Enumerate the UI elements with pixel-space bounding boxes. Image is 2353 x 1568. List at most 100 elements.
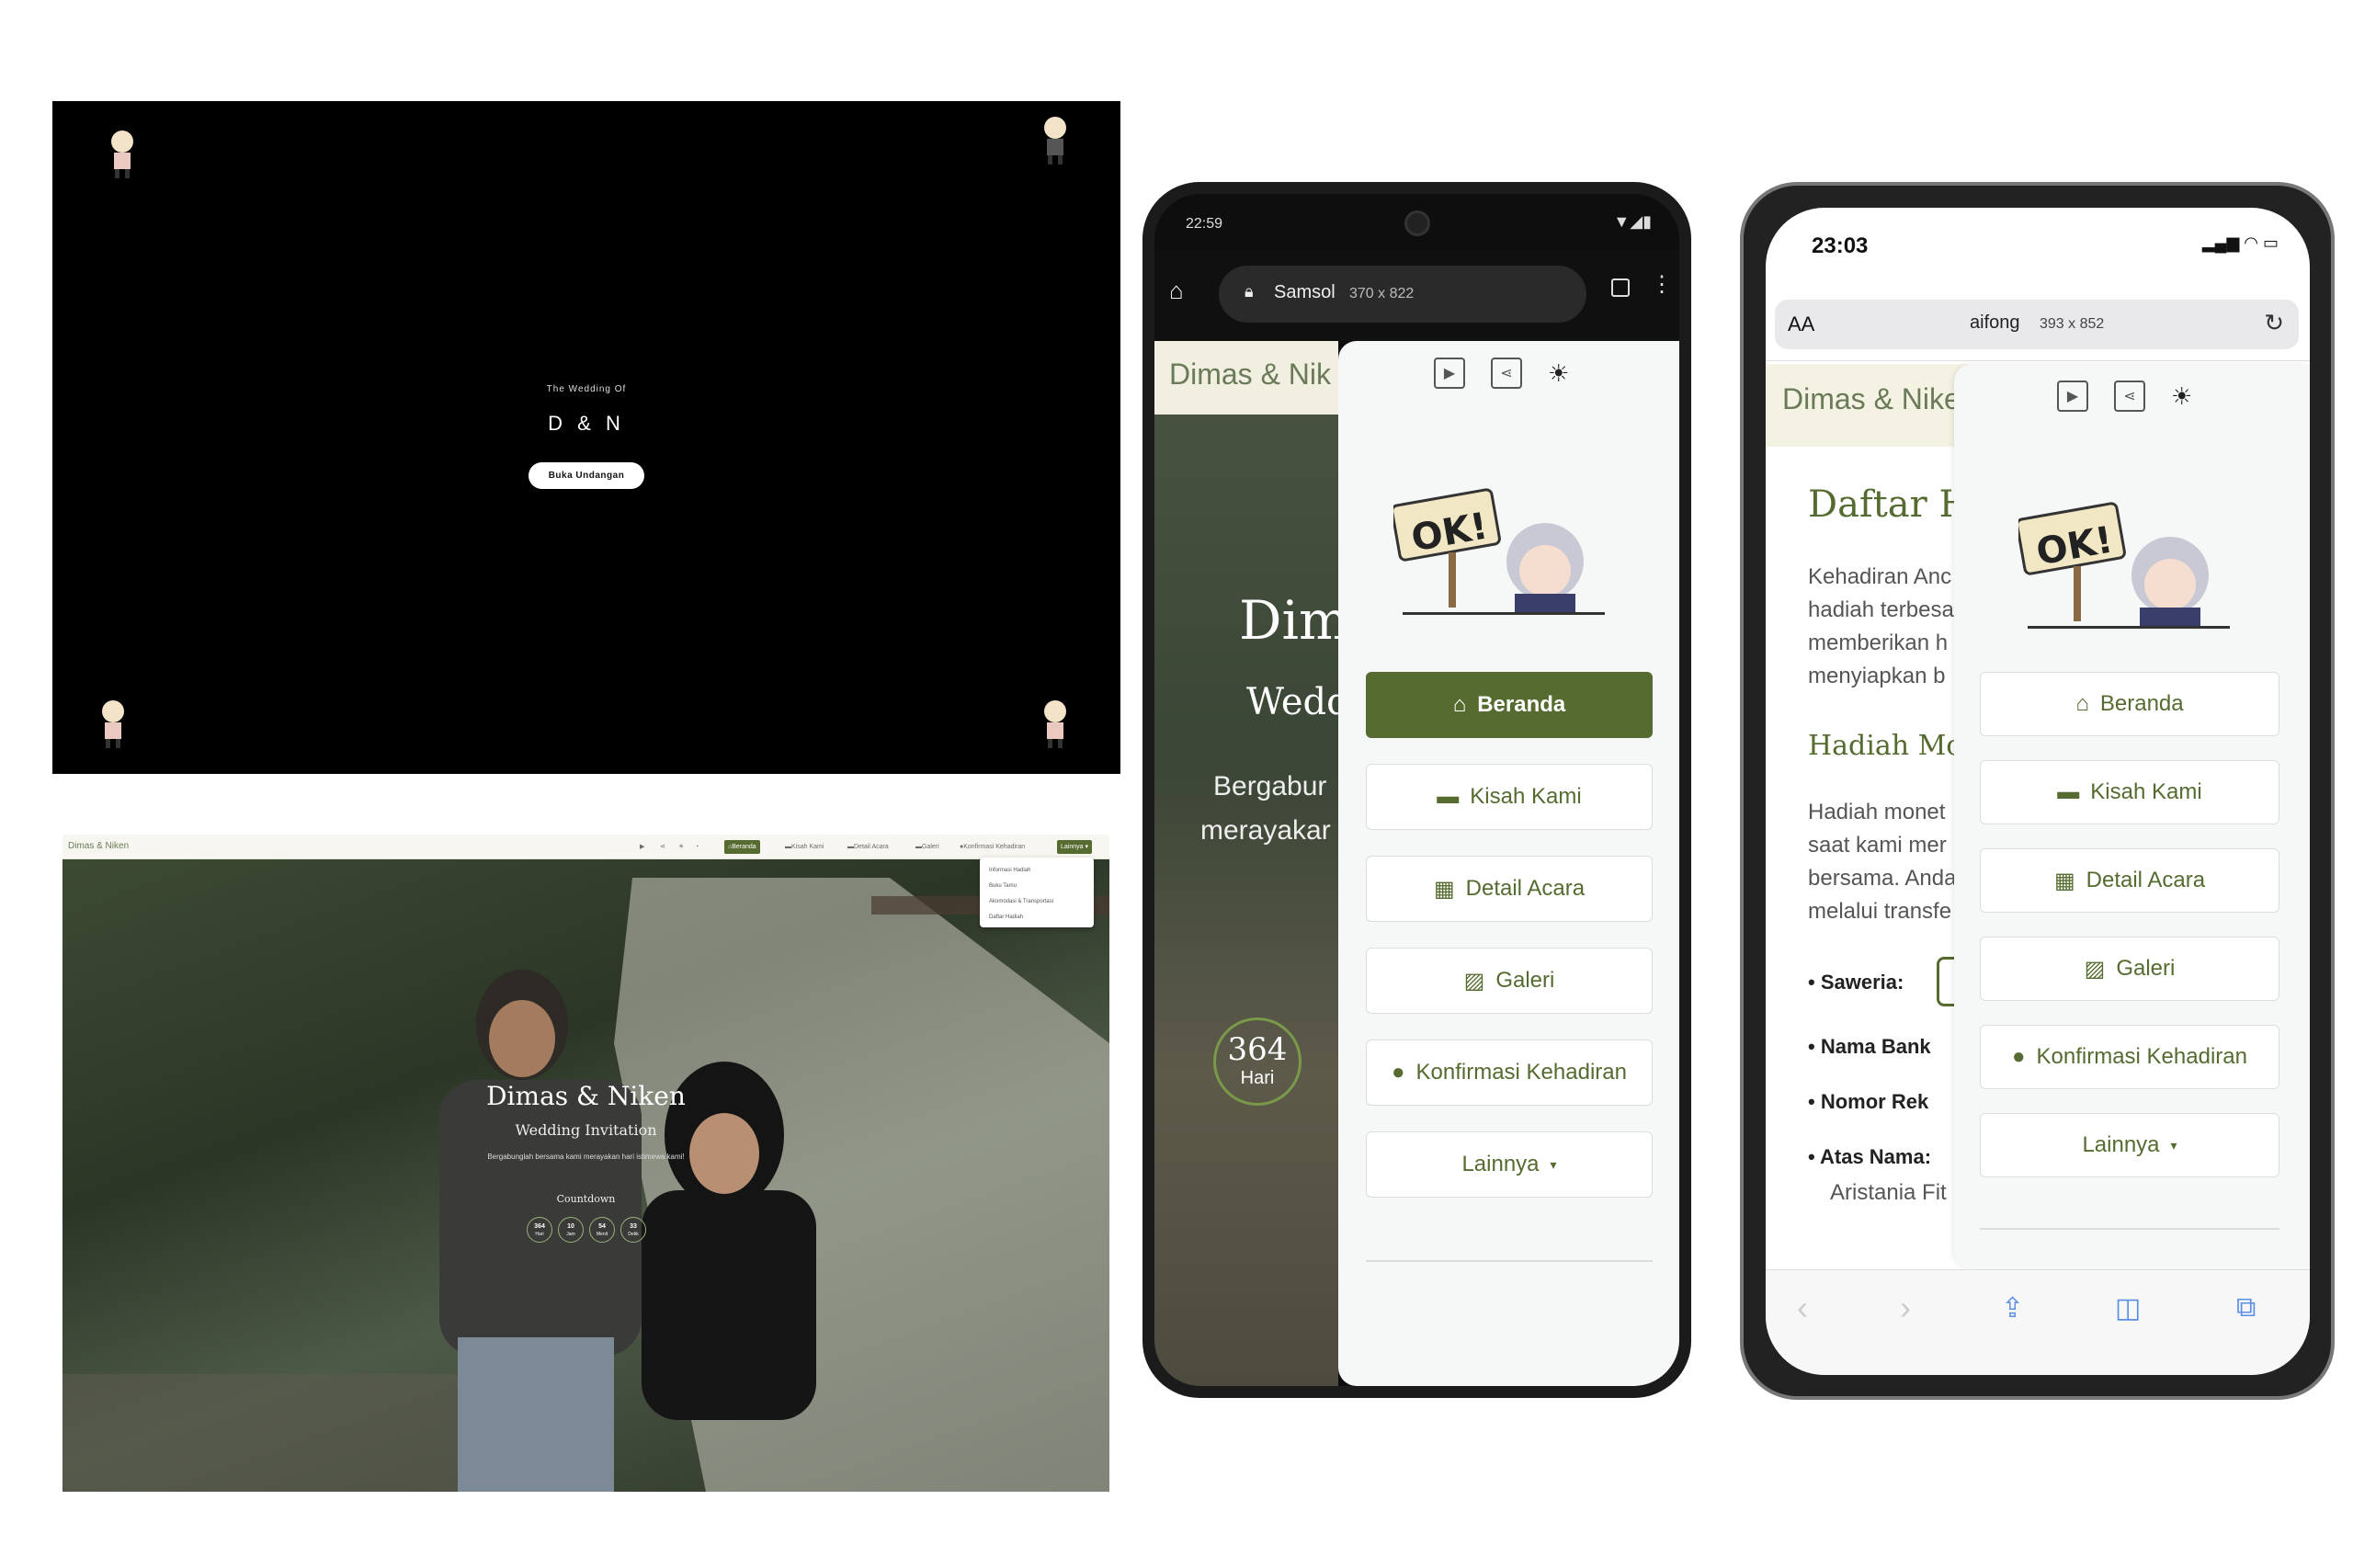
list-label: Nomor Rek [1820, 1090, 1929, 1113]
menu-item-lainnya[interactable]: Lainnya ▾ [1980, 1113, 2279, 1177]
caret-down-icon: ▾ [1550, 1156, 1557, 1172]
bg-countdown-value: 364 [1227, 1031, 1288, 1068]
ok-sticker-image: OK! [1391, 479, 1614, 617]
book-icon: ▬ [785, 844, 791, 850]
hero-text: Bergabunglah bersama kami merayakan hari… [487, 1153, 685, 1161]
list-label: Atas Nama: [1820, 1145, 1932, 1168]
countdown-value: 33 [630, 1223, 637, 1230]
tabs-icon[interactable]: ⧉ [2236, 1292, 2256, 1324]
android-phone-frame: 22:59 ▼◢▮ ⌂ 🔒︎ Samsol 370 x 822 ⋮ Dimas … [1142, 182, 1691, 1398]
nav-label: Beranda [732, 844, 756, 850]
menu-item-galeri[interactable]: ▨ Galeri [1366, 948, 1653, 1014]
image-icon: ▨ [1463, 968, 1485, 994]
forward-icon[interactable]: › [1900, 1289, 1911, 1327]
lock-icon: 🔒︎ [1245, 282, 1254, 301]
sticker-icon: ◔ [695, 844, 699, 850]
menu-item-detail-acara[interactable]: ▦ Detail Acara [1980, 848, 2279, 913]
section-line: melalui transfe [1808, 899, 1952, 924]
tabs-icon[interactable] [1611, 278, 1630, 297]
bookmarks-icon[interactable]: ◫ [2115, 1292, 2141, 1324]
nav-item-kisah-kami[interactable]: ▬ Kisah Kami [781, 840, 827, 854]
chibi-sticker-top-right [1036, 115, 1074, 166]
nav-item-konfirmasi[interactable]: ● Konfirmasi Kehadiran [956, 840, 1029, 854]
menu-label: Detail Acara [2086, 868, 2206, 892]
back-icon[interactable]: ‹ [1797, 1289, 1808, 1327]
menu-item-konfirmasi[interactable]: ● Konfirmasi Kehadiran [1366, 1040, 1653, 1106]
safari-address-bar[interactable]: AA aifong 393 x 852 ↻ [1775, 300, 2299, 349]
nav-label: Konfirmasi Kehadiran [963, 844, 1026, 850]
menu-item-detail-acara[interactable]: ▦ Detail Acara [1366, 856, 1653, 922]
nav-item-detail-acara[interactable]: ▬ Detail Acara [844, 840, 892, 854]
more-dropdown-menu: Informasi Hadiah Buku Tamu Akomodasi & T… [980, 858, 1094, 927]
section-line: saat kami mer [1808, 833, 1947, 858]
menu-divider [1980, 1228, 2279, 1230]
play-icon[interactable]: ▶ [636, 840, 648, 854]
offcanvas-menu: ▶ ⋖ ☀ OK! ⌂ Beranda ▬ Kisah Kami ▦ Detail A… [1338, 341, 1679, 1386]
play-icon[interactable]: ▶ [1434, 358, 1465, 389]
menu-item-kisah-kami[interactable]: ▬ Kisah Kami [1366, 764, 1653, 830]
home-icon[interactable]: ⌂ [1169, 277, 1184, 305]
desktop-site-view: Dimas & Niken ▶ ⋖ ☀ ◔ ⌂ Beranda ▬ Kisah … [63, 835, 1109, 1492]
bg-hero-subtitle: Wedd [1246, 681, 1350, 723]
site-brand[interactable]: Dimas & Nike [1782, 382, 1961, 416]
android-browser-bar: ⌂ 🔒︎ Samsol 370 x 822 ⋮ [1154, 249, 1679, 341]
url-size: 393 x 852 [2040, 316, 2105, 332]
sun-icon[interactable]: ☀ [1548, 359, 1569, 388]
dropdown-item[interactable]: Akomodasi & Transportasi [985, 894, 1088, 910]
url-bar[interactable]: 🔒︎ Samsol 370 x 822 [1219, 266, 1586, 323]
iphone-screen: 23:03 ▂▄▆ ◠ ▭ AA aifong 393 x 852 ↻ Dima… [1766, 208, 2310, 1375]
reload-icon[interactable]: ↻ [2264, 309, 2284, 337]
share-icon[interactable]: ⇪ [2001, 1292, 2024, 1324]
countdown-unit: Hari [535, 1232, 544, 1237]
share-icon[interactable]: ⋖ [1491, 358, 1522, 389]
menu-label: Kisah Kami [2090, 779, 2202, 804]
share-icon[interactable]: ⋖ [2114, 381, 2145, 412]
intro-line: hadiah terbesa [1808, 597, 1954, 622]
chibi-sticker-bottom-right [1036, 699, 1074, 750]
menu-item-beranda[interactable]: ⌂ Beranda [1980, 672, 2279, 736]
menu-item-konfirmasi[interactable]: ● Konfirmasi Kehadiran [1980, 1025, 2279, 1089]
dropdown-item[interactable]: Daftar Hadiah [985, 910, 1088, 926]
site-brand[interactable]: Dimas & Nik [1169, 358, 1331, 392]
bg-hero-text-2: merayakar [1200, 815, 1331, 846]
page-title: Daftar H [1808, 483, 1972, 526]
splash-subtitle: The Wedding Of [546, 384, 627, 394]
nav-label: Lainnya [1061, 844, 1084, 850]
image-icon: ▬ [915, 844, 922, 850]
menu-label: Kisah Kami [1470, 784, 1582, 809]
book-icon: ▬ [2057, 779, 2080, 804]
nav-item-galeri[interactable]: ▬ Galeri [912, 840, 943, 854]
text-size-button[interactable]: AA [1788, 312, 1814, 336]
section-line: bersama. Anda [1808, 866, 1957, 891]
hero-photo-background [63, 859, 1109, 1492]
iphone-frame: 23:03 ▂▄▆ ◠ ▭ AA aifong 393 x 852 ↻ Dima… [1740, 182, 2335, 1400]
iphone-status-bar: 23:03 ▂▄▆ ◠ ▭ [1766, 208, 2310, 281]
sun-icon[interactable]: ☀ [675, 840, 688, 854]
url-size: 370 x 822 [1349, 286, 1415, 301]
play-icon[interactable]: ▶ [2057, 381, 2088, 412]
menu-label: Konfirmasi Kehadiran [2036, 1044, 2247, 1069]
chibi-sticker-top-left [103, 129, 142, 180]
nav-label: Detail Acara [854, 844, 889, 850]
menu-item-galeri[interactable]: ▨ Galeri [1980, 937, 2279, 1001]
intro-paragraph: Kehadiran Anc hadiah terbesa memberikan … [1808, 561, 1954, 693]
open-invitation-button[interactable]: Buka Undangan [529, 462, 644, 489]
menu-label: Lainnya [1461, 1152, 1540, 1176]
menu-label: Lainnya [2082, 1132, 2160, 1157]
menu-item-beranda[interactable]: ⌂ Beranda [1366, 672, 1653, 738]
menu-item-lainnya[interactable]: Lainnya ▾ [1366, 1131, 1653, 1198]
nav-item-beranda[interactable]: ⌂ Beranda [724, 840, 760, 854]
menu-item-kisah-kami[interactable]: ▬ Kisah Kami [1980, 760, 2279, 824]
dropdown-item[interactable]: Buku Tamu [985, 879, 1088, 894]
nav-label: Galeri [922, 844, 939, 850]
share-icon[interactable]: ⋖ [656, 840, 669, 854]
signal-wifi-battery-icon: ▂▄▆ ◠ ▭ [2201, 233, 2279, 252]
chibi-sticker-bottom-left [94, 699, 132, 750]
more-vert-icon[interactable]: ⋮ [1651, 271, 1673, 298]
nav-item-lainnya[interactable]: Lainnya ▾ [1057, 840, 1092, 854]
navbar-brand[interactable]: Dimas & Niken [68, 841, 129, 851]
sun-icon[interactable]: ☀ [2171, 382, 2192, 411]
home-icon: ⌂ [1452, 692, 1467, 717]
list-item-account: • Nomor Rek [1808, 1090, 1929, 1113]
dropdown-item[interactable]: Informasi Hadiah [985, 863, 1088, 879]
